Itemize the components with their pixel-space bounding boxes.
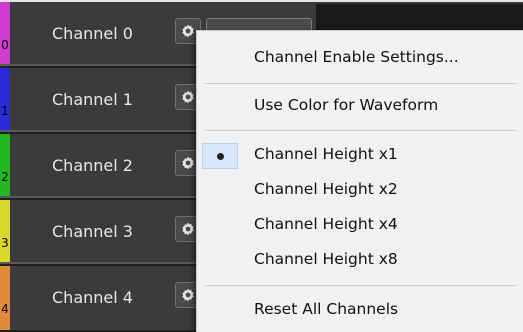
channel-label: Channel 0 (52, 24, 133, 43)
channel-label: Channel 1 (52, 90, 133, 109)
menu-item-channel-enable-settings[interactable]: Channel Enable Settings... (197, 40, 523, 76)
gear-icon (182, 288, 194, 302)
logic-analyzer-channel-panel: 0 Channel 0 1 Channel 1 2 Channel 2 3 Ch… (0, 0, 523, 332)
menu-item-channel-height-x2[interactable]: Channel Height x2 (197, 172, 523, 208)
gear-icon (182, 90, 194, 104)
menu-item-use-color-for-waveform[interactable]: Use Color for Waveform (197, 88, 523, 124)
channel-context-menu: Channel Enable Settings... Use Color for… (196, 30, 523, 332)
menu-separator (205, 83, 517, 84)
selected-indicator (202, 143, 238, 169)
menu-separator (205, 285, 517, 286)
channel-label: Channel 4 (52, 288, 133, 307)
channel-label: Channel 2 (52, 156, 133, 175)
channel-color-strip: 3 (0, 200, 10, 264)
channel-index: 1 (1, 104, 9, 118)
menu-item-channel-height-x8[interactable]: Channel Height x8 (197, 242, 523, 278)
gear-icon (182, 222, 194, 236)
menu-item-label: Channel Height x2 (254, 180, 398, 198)
menu-item-reset-all-channels[interactable]: Reset All Channels (197, 292, 523, 328)
menu-item-channel-height-x4[interactable]: Channel Height x4 (197, 207, 523, 243)
channel-color-strip: 0 (0, 2, 10, 66)
channel-color-strip: 2 (0, 134, 10, 198)
channel-index: 0 (1, 38, 9, 52)
channel-index: 4 (1, 302, 9, 316)
channel-color-strip: 1 (0, 68, 10, 132)
menu-item-label: Use Color for Waveform (254, 96, 439, 114)
channel-label: Channel 3 (52, 222, 133, 241)
channel-color-strip: 4 (0, 266, 10, 330)
menu-item-label: Reset All Channels (254, 300, 399, 318)
gear-icon (182, 24, 194, 38)
menu-item-label: Channel Height x4 (254, 215, 398, 233)
channel-index: 2 (1, 170, 9, 184)
radio-dot-icon (217, 153, 224, 160)
channel-index: 3 (1, 236, 9, 250)
gear-icon (182, 156, 194, 170)
menu-item-channel-height-x1[interactable]: Channel Height x1 (197, 137, 523, 173)
menu-item-label: Channel Enable Settings... (254, 48, 459, 66)
menu-separator (205, 130, 517, 131)
menu-item-label: Channel Height x8 (254, 250, 398, 268)
menu-item-label: Channel Height x1 (254, 145, 398, 163)
